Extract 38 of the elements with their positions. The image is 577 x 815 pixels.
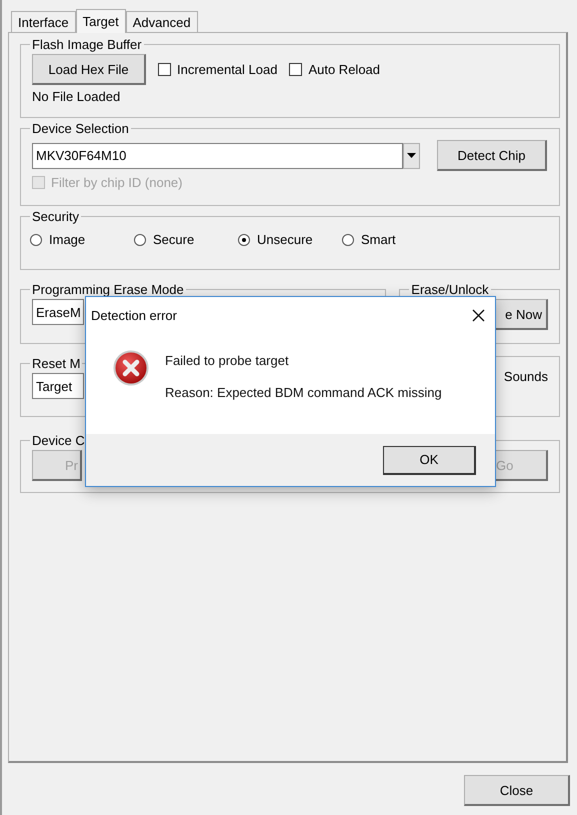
group-title: Security (31, 209, 80, 224)
radio-label: Secure (153, 232, 194, 247)
group-title: Flash Image Buffer (31, 37, 143, 52)
radio-button[interactable] (238, 234, 250, 246)
ok-button[interactable]: OK (383, 446, 476, 474)
error-reason: Reason: Expected BDM command ACK missing (165, 385, 442, 400)
checkbox-label: Sounds (504, 369, 548, 384)
group-title: Device C (31, 433, 86, 448)
radio-button[interactable] (30, 234, 42, 246)
detect-chip-button[interactable]: Detect Chip (437, 140, 547, 171)
error-message: Failed to probe target (165, 353, 290, 368)
radio-label: Smart (361, 232, 396, 247)
load-hex-file-button[interactable]: Load Hex File (32, 54, 146, 85)
tab[interactable]: Target (76, 9, 126, 33)
radio-button[interactable] (134, 234, 146, 246)
checkbox-label: Auto Reload (308, 62, 380, 77)
radio-label: Image (49, 232, 86, 247)
group-title: Reset M (31, 356, 82, 371)
radio-button[interactable] (342, 234, 354, 246)
group-title: Erase/Unlock (410, 282, 490, 297)
file-status: No File Loaded (32, 89, 122, 104)
reset-mode-dropdown[interactable]: Target (32, 373, 84, 399)
close-icon[interactable] (472, 308, 485, 322)
radio-label: Unsecure (257, 232, 313, 247)
caret-icon (407, 153, 416, 158)
group-title: Programming Erase Mode (31, 282, 185, 297)
erase-now-button[interactable]: e Now (494, 299, 548, 330)
checkbox[interactable] (289, 63, 302, 76)
checkbox-label: Filter by chip ID (none) (51, 175, 182, 190)
dialog-title: Detection error (91, 308, 177, 322)
tab[interactable]: Advanced (126, 11, 198, 32)
tab[interactable]: Interface (11, 11, 76, 32)
erase-mode-dropdown[interactable]: EraseM (32, 299, 84, 325)
checkbox-label: Incremental Load (177, 62, 278, 77)
checkbox[interactable] (158, 63, 171, 76)
group-title: Device Selection (31, 121, 130, 136)
close-button[interactable]: Close (464, 775, 570, 806)
error-icon (113, 350, 149, 386)
